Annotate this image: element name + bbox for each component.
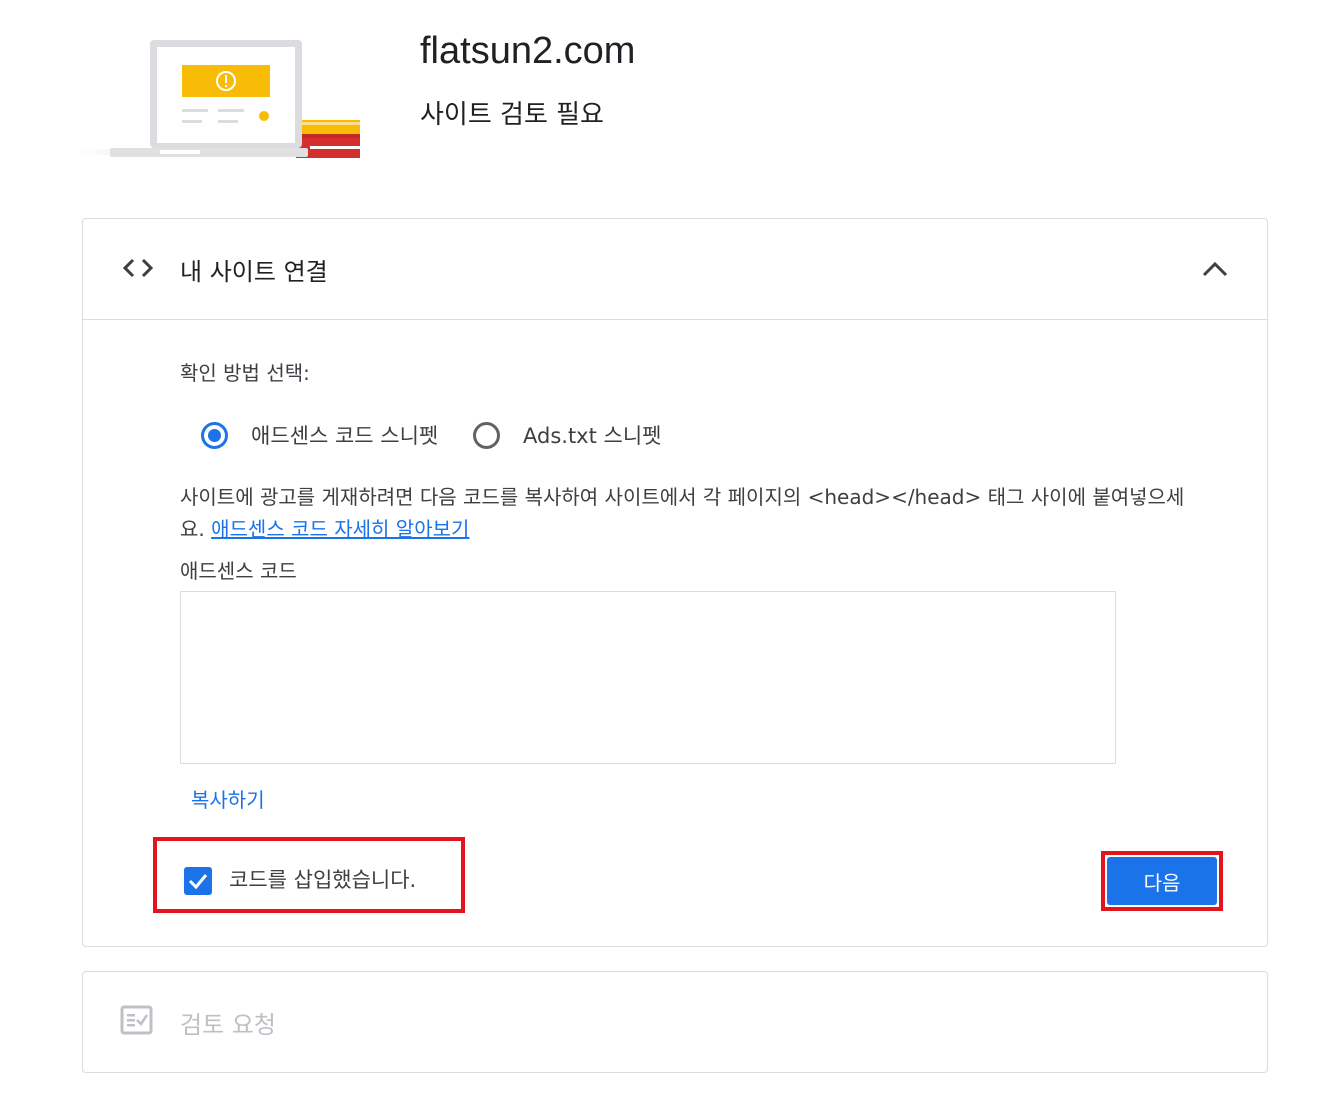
radio-adsense-label: 애드센스 코드 스니펫 [251, 424, 439, 448]
radio-selected-icon[interactable] [201, 421, 228, 449]
radio-unselected-icon[interactable] [473, 421, 500, 449]
confirm-label: 코드를 삽입했습니다. [229, 868, 417, 892]
learn-more-link[interactable]: 애드센스 코드 자세히 알아보기 [211, 517, 469, 541]
confirm-highlight: 코드를 삽입했습니다. [153, 837, 465, 913]
connect-site-card: 내 사이트 연결 확인 방법 선택: 애드센스 코드 스니펫 Ads.txt 스… [82, 218, 1268, 947]
radio-ads-txt-label: Ads.txt 스니펫 [523, 424, 662, 448]
checkmark-icon [188, 874, 208, 890]
review-checklist-icon [120, 1005, 153, 1035]
next-highlight: 다음 [1101, 851, 1223, 911]
adsense-code-label: 애드센스 코드 [180, 559, 297, 583]
site-name: flatsun2.com [420, 30, 636, 72]
instructions-text: 사이트에 광고를 게재하려면 다음 코드를 복사하여 사이트에서 각 페이지의 … [180, 481, 1190, 545]
method-label: 확인 방법 선택: [180, 361, 310, 385]
chevron-up-icon [1202, 261, 1228, 277]
page-header: flatsun2.com 사이트 검토 필요 [0, 0, 1332, 200]
connect-site-header[interactable]: 내 사이트 연결 [83, 219, 1267, 320]
next-button[interactable]: 다음 [1107, 857, 1217, 905]
radio-ads-txt[interactable]: Ads.txt 스니펫 [473, 418, 661, 452]
review-request-card: 검토 요청 [82, 971, 1268, 1073]
confirm-checkbox[interactable] [184, 867, 212, 895]
copy-button[interactable]: 복사하기 [191, 784, 265, 813]
code-icon [122, 258, 154, 278]
review-request-title: 검토 요청 [180, 1011, 276, 1039]
radio-adsense-snippet[interactable]: 애드센스 코드 스니펫 [201, 418, 438, 452]
site-status: 사이트 검토 필요 [420, 100, 604, 130]
adsense-code-box[interactable] [180, 591, 1116, 764]
collapse-button[interactable] [1193, 249, 1237, 289]
laptop-warning-illustration [78, 40, 360, 158]
connect-site-title: 내 사이트 연결 [180, 258, 328, 286]
